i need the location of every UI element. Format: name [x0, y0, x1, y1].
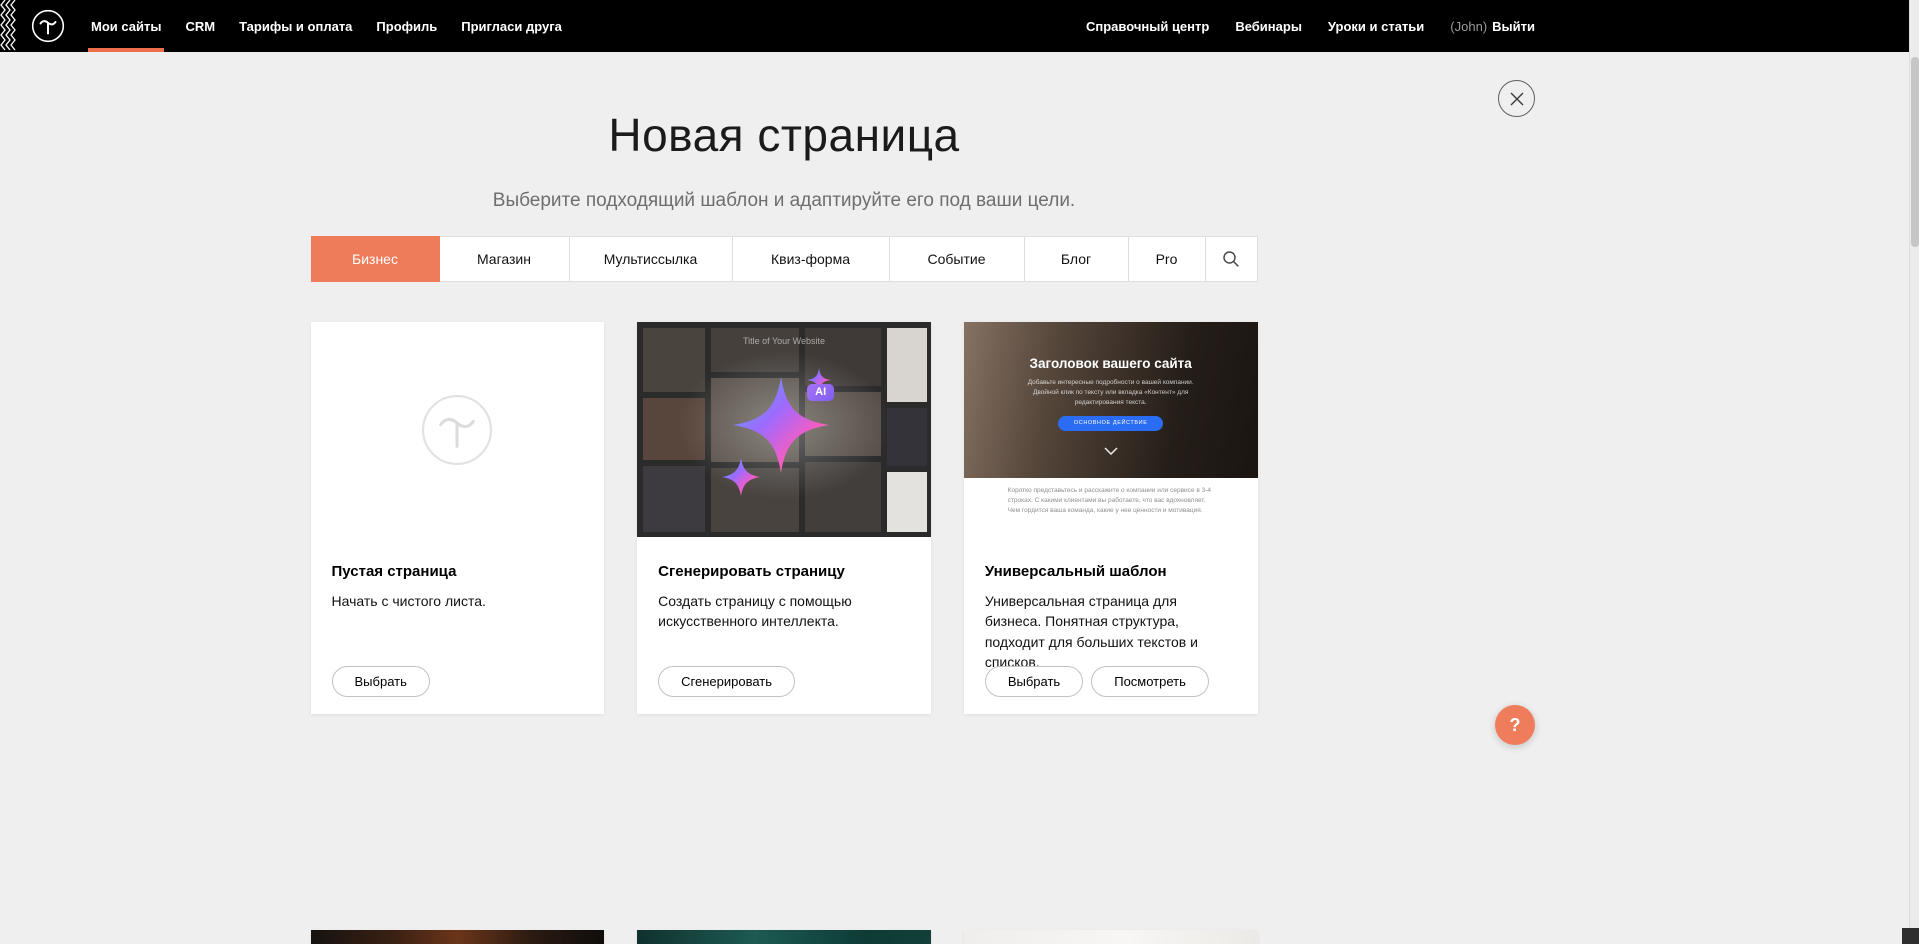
template-cover-heading: Заголовок вашего сайта	[1030, 356, 1192, 371]
tab-blog[interactable]: Блог	[1025, 236, 1129, 282]
preview-universal-button[interactable]: Посмотреть	[1091, 666, 1209, 697]
template-card-partial[interactable]	[311, 930, 605, 944]
page-subtitle: Выберите подходящий шаблон и адаптируйте…	[0, 190, 1568, 212]
scroll-corner	[1902, 928, 1919, 944]
blank-page-preview	[311, 322, 605, 537]
template-cover-image: Заголовок вашего сайта Добавьте интересн…	[964, 322, 1258, 478]
nav-tariffs[interactable]: Тарифы и оплата	[227, 0, 364, 52]
tab-quiz-form[interactable]: Квиз-форма	[733, 236, 890, 282]
nav-crm[interactable]: CRM	[173, 0, 227, 52]
page-title: Новая страница	[0, 108, 1568, 162]
card-title: Универсальный шаблон	[985, 563, 1237, 580]
tab-business[interactable]: Бизнес	[311, 236, 440, 282]
scrollbar-track[interactable]	[1909, 0, 1919, 944]
choose-blank-button[interactable]: Выбрать	[332, 666, 430, 697]
close-icon	[1510, 92, 1524, 106]
user-menu[interactable]: (John) Выйти	[1450, 19, 1535, 34]
generate-button[interactable]: Сгенерировать	[658, 666, 795, 697]
secondary-menu: Справочный центр Вебинары Уроки и статьи…	[1086, 0, 1535, 52]
universal-template-preview: Заголовок вашего сайта Добавьте интересн…	[964, 322, 1258, 537]
template-cover-subheading: Добавьте интересные подробности о вашей …	[1015, 378, 1207, 407]
card-universal-template: Заголовок вашего сайта Добавьте интересн…	[964, 322, 1258, 714]
ai-sparkle-icon	[696, 340, 866, 510]
new-page-dialog: Новая страница Выберите подходящий шабло…	[0, 52, 1568, 714]
tab-event[interactable]: Событие	[890, 236, 1025, 282]
tilda-logo-icon[interactable]	[31, 9, 65, 43]
choose-universal-button[interactable]: Выбрать	[985, 666, 1083, 697]
template-category-tabs: Бизнес Магазин Мультиссылка Квиз-форма С…	[311, 236, 1258, 282]
magnifier-icon	[1222, 250, 1240, 268]
card-description: Начать с чистого листа.	[332, 591, 584, 611]
tab-multilink[interactable]: Мультиссылка	[570, 236, 733, 282]
template-card-partial[interactable]	[964, 930, 1258, 944]
logout-link[interactable]: Выйти	[1492, 19, 1535, 34]
nav-invite-friend[interactable]: Пригласи друга	[449, 0, 574, 52]
scrollbar-thumb[interactable]	[1911, 57, 1919, 247]
tab-shop[interactable]: Магазин	[440, 236, 570, 282]
template-cards-row: Пустая страница Начать с чистого листа. …	[311, 322, 1258, 714]
close-button[interactable]	[1498, 80, 1535, 117]
chevron-down-icon	[1104, 442, 1118, 460]
card-generate-page: Title of Your Website	[637, 322, 931, 714]
navbar-inner: Мои сайты CRM Тарифы и оплата Профиль Пр…	[0, 0, 1568, 52]
card-description: Универсальная страница для бизнеса. Поня…	[985, 591, 1237, 672]
template-text-section: Коротко представьтесь и расскажите о ком…	[964, 478, 1258, 537]
nav-help-center[interactable]: Справочный центр	[1086, 19, 1209, 34]
nav-webinars[interactable]: Вебинары	[1235, 19, 1302, 34]
search-tab[interactable]	[1206, 236, 1258, 282]
help-button[interactable]: ?	[1495, 705, 1535, 745]
screenshot-collage: Title of Your Website	[637, 322, 931, 537]
template-cover-button: Основное действие	[1058, 416, 1164, 431]
ai-collage-preview: Title of Your Website	[637, 322, 931, 537]
template-body-text: Коротко представьтесь и расскажите о ком…	[1008, 486, 1214, 537]
main-menu: Мои сайты CRM Тарифы и оплата Профиль Пр…	[79, 0, 574, 52]
card-blank-page: Пустая страница Начать с чистого листа. …	[311, 322, 605, 714]
user-name: (John)	[1450, 19, 1487, 34]
template-cards-row-partial	[311, 930, 1258, 944]
zigzag-decoration-icon	[0, 0, 18, 52]
template-card-partial[interactable]	[637, 930, 931, 944]
tab-pro[interactable]: Pro	[1129, 236, 1206, 282]
ai-badge: AI	[807, 384, 834, 401]
tilda-watermark-icon	[420, 393, 494, 467]
nav-profile[interactable]: Профиль	[364, 0, 449, 52]
card-title: Пустая страница	[332, 563, 584, 580]
top-navbar: Мои сайты CRM Тарифы и оплата Профиль Пр…	[0, 0, 1919, 52]
card-title: Сгенерировать страницу	[658, 563, 910, 580]
nav-my-sites[interactable]: Мои сайты	[79, 0, 173, 52]
card-description: Создать страницу с помощью искусственног…	[658, 591, 910, 632]
nav-lessons[interactable]: Уроки и статьи	[1328, 19, 1424, 34]
